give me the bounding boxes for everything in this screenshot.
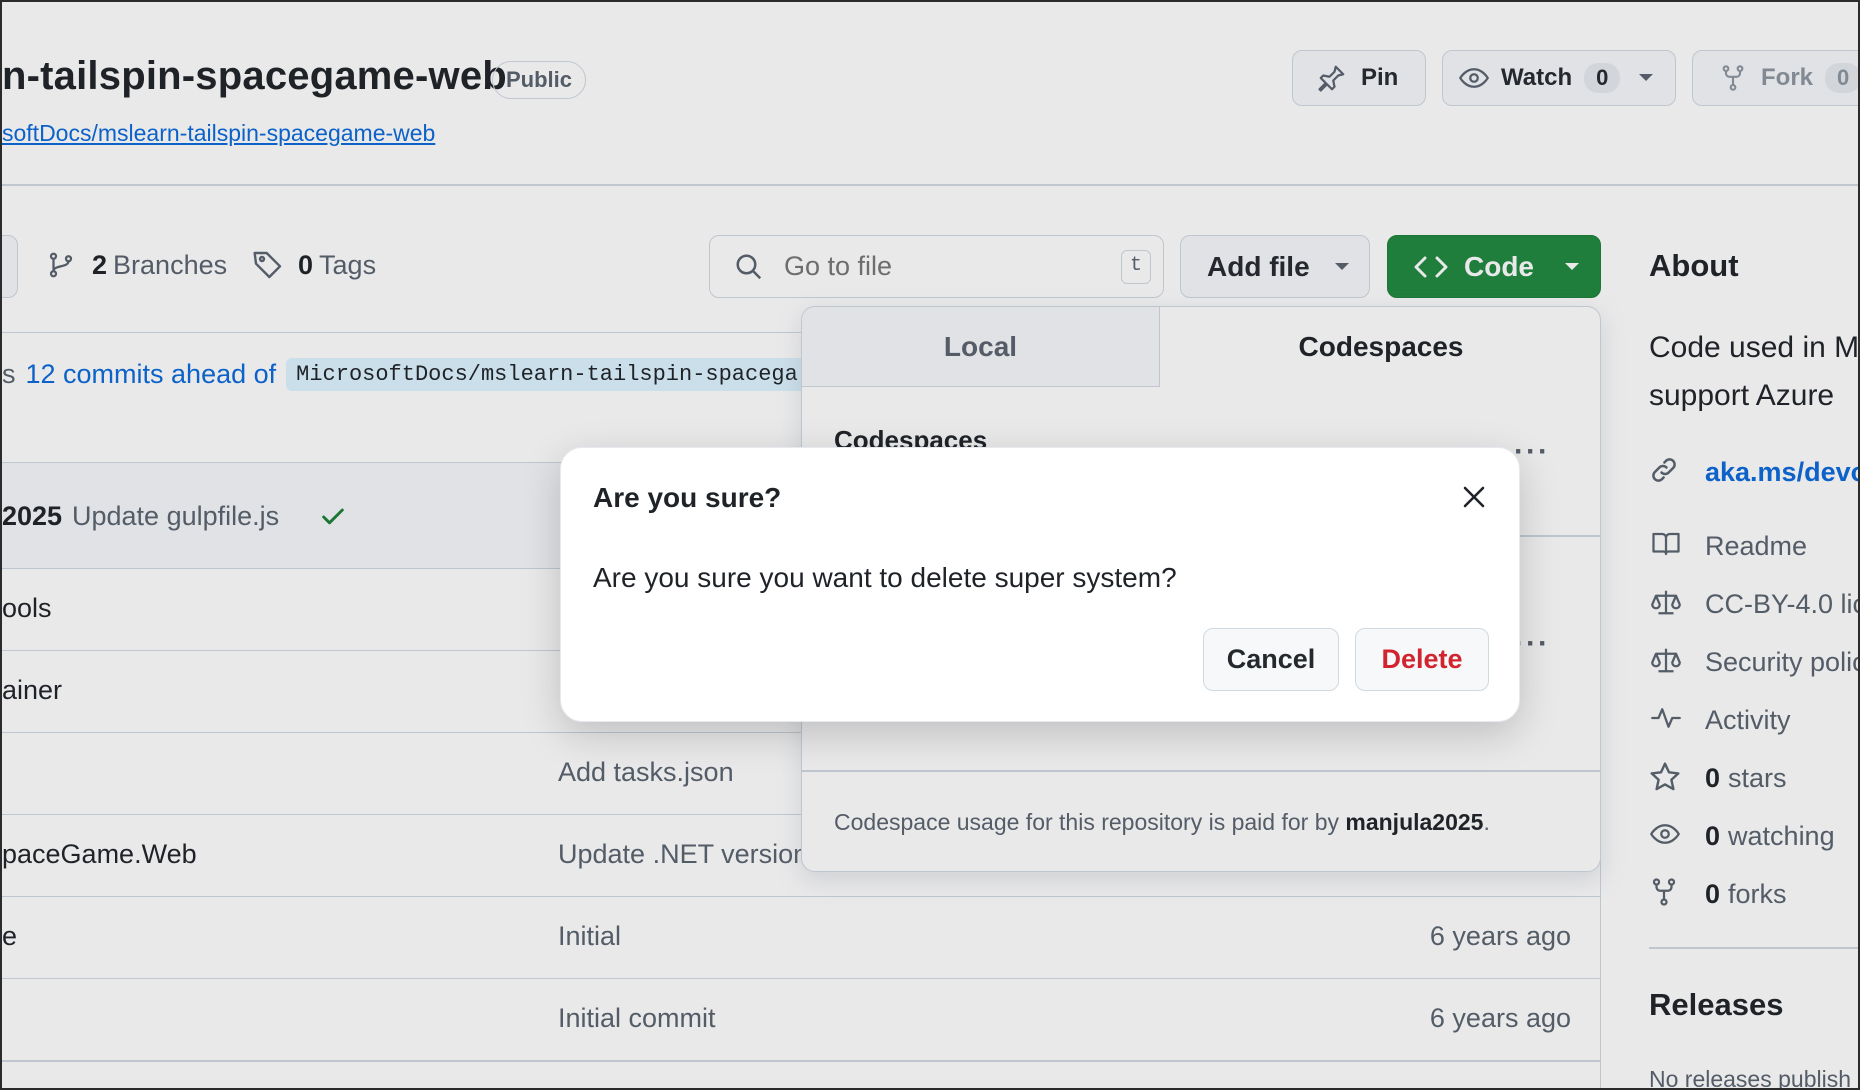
confirm-delete-dialog: Are you sure? Are you sure you want to d… (560, 447, 1520, 722)
dialog-message: Are you sure you want to delete super sy… (593, 562, 1177, 593)
browser-frame: n-tailspin-spacegame-web Public softDocs… (0, 0, 1860, 1090)
close-icon[interactable] (1455, 478, 1493, 516)
delete-button[interactable]: Delete (1355, 628, 1489, 691)
cancel-button[interactable]: Cancel (1203, 628, 1339, 691)
dialog-title: Are you sure? (593, 482, 782, 513)
